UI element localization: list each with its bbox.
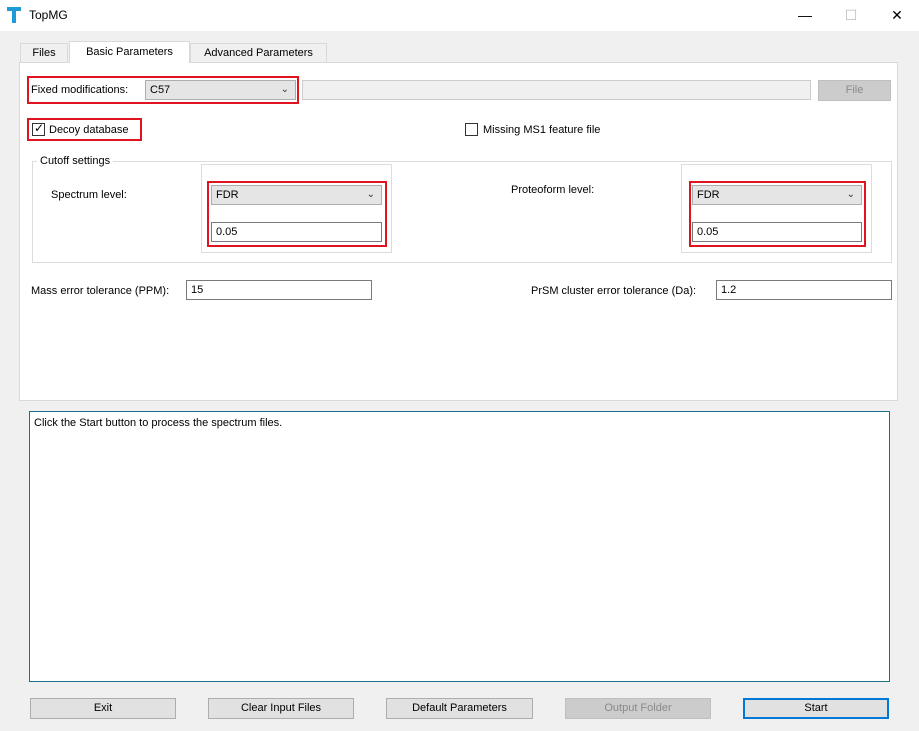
missing-ms1-label: Missing MS1 feature file xyxy=(483,124,601,136)
cutoff-settings-label: Cutoff settings xyxy=(37,155,114,167)
decoy-label: Decoy database xyxy=(49,124,129,136)
mass-error-label: Mass error tolerance (PPM): xyxy=(31,285,170,297)
start-button[interactable]: Start xyxy=(743,698,889,719)
output-folder-button[interactable]: Output Folder xyxy=(565,698,711,719)
checkmark-icon: ✓ xyxy=(34,121,45,135)
log-output[interactable]: Click the Start button to process the sp… xyxy=(29,411,890,682)
spectrum-cutoff-type-select[interactable]: FDR ⌄ xyxy=(211,185,382,205)
spectrum-cutoff-value-input[interactable]: 0.05 xyxy=(211,222,382,242)
topmg-app-icon xyxy=(7,7,21,23)
clear-input-files-button[interactable]: Clear Input Files xyxy=(208,698,354,719)
proteoform-cutoff-type-select[interactable]: FDR ⌄ xyxy=(692,185,862,205)
close-button[interactable]: ✕ xyxy=(874,0,919,31)
fixed-mod-label: Fixed modifications: xyxy=(31,84,129,96)
maximize-button[interactable]: ☐ xyxy=(828,0,874,31)
spectrum-cutoff-type-value: FDR xyxy=(216,189,239,201)
window-title: TopMG xyxy=(29,8,68,22)
tab-files[interactable]: Files xyxy=(20,43,68,62)
chevron-down-icon: ⌄ xyxy=(846,189,855,200)
decoy-checkbox[interactable]: ✓ xyxy=(32,121,45,136)
file-button[interactable]: File xyxy=(818,80,891,101)
minimize-button[interactable]: — xyxy=(782,0,828,31)
exit-button[interactable]: Exit xyxy=(30,698,176,719)
fixed-mod-file-path[interactable] xyxy=(302,80,811,100)
default-parameters-button[interactable]: Default Parameters xyxy=(386,698,533,719)
prsm-cluster-label: PrSM cluster error tolerance (Da): xyxy=(531,285,697,297)
chevron-down-icon: ⌄ xyxy=(280,84,289,95)
prsm-cluster-input[interactable]: 1.2 xyxy=(716,280,892,300)
proteoform-cutoff-value-input[interactable]: 0.05 xyxy=(692,222,862,242)
spectrum-level-label: Spectrum level: xyxy=(51,189,127,201)
chevron-down-icon: ⌄ xyxy=(366,189,375,200)
tab-advanced-parameters[interactable]: Advanced Parameters xyxy=(190,43,327,62)
proteoform-level-label: Proteoform level: xyxy=(511,184,595,196)
missing-ms1-checkbox[interactable] xyxy=(465,123,478,136)
mass-error-input[interactable]: 15 xyxy=(186,280,372,300)
log-text: Click the Start button to process the sp… xyxy=(34,417,283,429)
proteoform-cutoff-type-value: FDR xyxy=(697,189,720,201)
fixed-mod-value: C57 xyxy=(150,84,171,96)
tab-basic-parameters[interactable]: Basic Parameters xyxy=(69,41,190,63)
fixed-mod-select[interactable]: C57 ⌄ xyxy=(145,80,296,100)
